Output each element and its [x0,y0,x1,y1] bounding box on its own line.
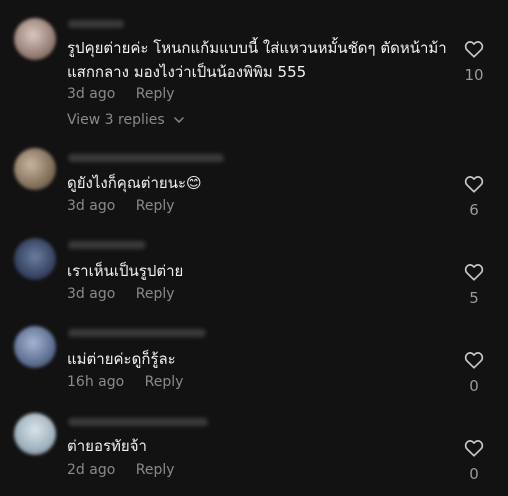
heart-icon [464,176,484,193]
heart-icon [464,41,484,58]
comment-meta: 3d ago Reply [67,198,175,214]
avatar[interactable] [14,18,56,60]
username-blurred[interactable] [68,154,224,162]
like-count: 6 [469,201,479,219]
comment-meta: 16h ago Reply [67,374,183,390]
comment-meta: 3d ago Reply [67,286,175,302]
reply-button[interactable]: Reply [136,462,175,478]
like-button[interactable]: 0 [462,439,486,483]
reply-button[interactable]: Reply [136,198,175,214]
like-count: 10 [464,66,484,84]
username-blurred[interactable] [68,329,206,337]
chevron-down-icon [174,117,184,123]
comment-meta: 2d ago Reply [67,462,175,478]
like-button[interactable]: 0 [462,351,486,395]
comment-text: ดูยังไงก็คุณต่ายนะ😊 [67,174,202,192]
view-replies-button[interactable]: View 3 replies [67,112,185,128]
like-button[interactable]: 5 [462,263,486,307]
heart-icon [464,440,484,457]
avatar[interactable] [14,148,56,190]
like-button[interactable]: 10 [462,40,486,84]
comment-time: 3d ago [67,86,116,102]
avatar[interactable] [14,413,56,455]
heart-icon [464,352,484,369]
comment-text: แม่ต่ายค่ะดูก็รู้ละ [67,350,176,368]
comment-time: 2d ago [67,462,116,478]
comment-text: รูปคุยต่ายค่ะ โหนกแก้มแบบนี้ ใส่แหวนหมั้… [67,39,447,81]
username-blurred[interactable] [68,418,208,426]
reply-button[interactable]: Reply [145,374,184,390]
avatar[interactable] [14,238,56,280]
comment-time: 3d ago [67,286,116,302]
avatar[interactable] [14,326,56,368]
comment-text: เราเห็นเป็นรูปต่าย [67,262,184,280]
like-count: 5 [469,289,479,307]
username-blurred[interactable] [68,20,124,28]
comment-time: 3d ago [67,198,116,214]
reply-button[interactable]: Reply [136,86,175,102]
like-button[interactable]: 6 [462,175,486,219]
like-count: 0 [469,465,479,483]
view-replies-label: View 3 replies [67,112,165,128]
comment-time: 16h ago [67,374,125,390]
reply-button[interactable]: Reply [136,286,175,302]
heart-icon [464,264,484,281]
like-count: 0 [469,377,479,395]
comment-text: ต่ายอรทัยจ้า [67,437,147,455]
username-blurred[interactable] [68,241,146,249]
comment-meta: 3d ago Reply [67,86,175,102]
